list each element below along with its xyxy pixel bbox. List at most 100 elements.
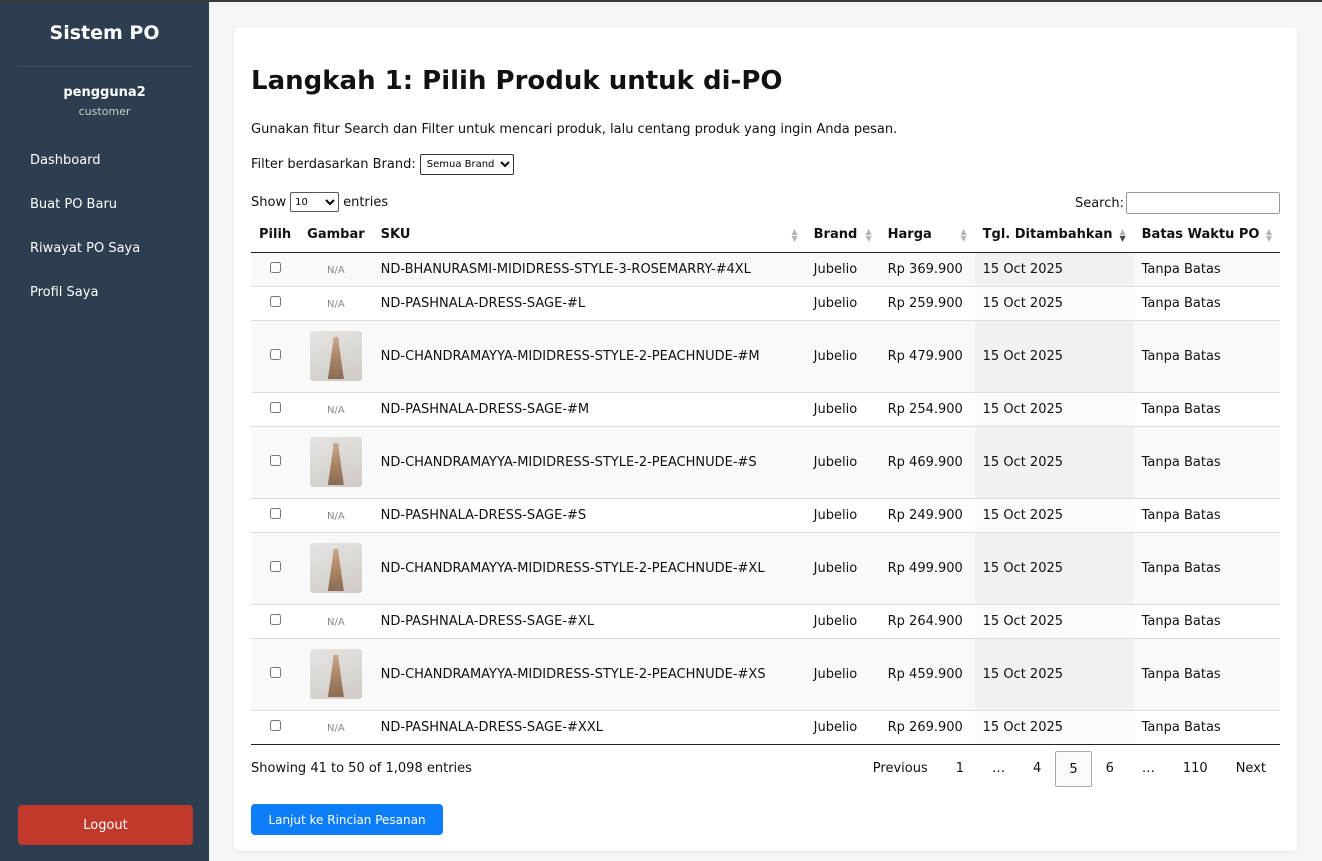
entries-length: Show 10 entries — [251, 192, 388, 212]
table-row: N/A ND-PASHNALA-DRESS-SAGE-#XL Jubelio Rp 2… — [251, 603, 1280, 638]
page-link[interactable]: 4 — [1019, 751, 1055, 787]
product-table: Pilih Gambar SKU ▲ ▼ Brand ▲ ▼ Harga ▲ ▼ Tgl. … — [251, 217, 1280, 745]
price-cell: Rp 259.900 — [879, 285, 975, 320]
table-search: Search: — [1075, 192, 1280, 214]
brand-cell: Jubelio — [805, 285, 880, 320]
price-cell: Rp 479.900 — [879, 319, 975, 392]
table-row: ND-CHANDRAMAYYA-MIDIDRESS-STYLE-2-PEACHN… — [251, 531, 1280, 604]
price-cell: Rp 459.900 — [879, 637, 975, 710]
entries-per-page-select[interactable]: 10 — [290, 192, 340, 212]
deadline-cell: Tanpa Batas — [1133, 531, 1280, 604]
select-cell — [251, 425, 300, 498]
sort-icon: ▲ ▼ — [1265, 227, 1272, 243]
page-link[interactable]: 110 — [1169, 751, 1222, 787]
page-current[interactable]: 5 — [1055, 751, 1092, 787]
continue-button[interactable]: Lanjut ke Rincian Pesanan — [251, 804, 443, 835]
date-cell: 15 Oct 2025 — [974, 637, 1134, 710]
sort-icon: ▲ ▼ — [865, 227, 872, 243]
image-cell — [299, 531, 373, 604]
sort-desc-icon: ▲ ▼ — [1119, 227, 1126, 243]
page-previous[interactable]: Previous — [859, 751, 942, 787]
no-image-text: N/A — [327, 510, 345, 522]
deadline-cell: Tanpa Batas — [1133, 252, 1280, 286]
brand-cell: Jubelio — [805, 391, 880, 426]
sidebar-item-buat-po-baru[interactable]: Buat PO Baru — [0, 188, 209, 232]
select-checkbox[interactable] — [269, 295, 281, 307]
product-thumbnail — [309, 331, 362, 381]
col-harga-label: Harga — [887, 226, 932, 242]
image-cell: N/A — [299, 709, 373, 745]
table-body: N/A ND-BHANURASMI-MIDIDRESS-STYLE-3-ROSEM… — [251, 252, 1280, 745]
col-batas-waktu[interactable]: Batas Waktu PO ▲ ▼ — [1133, 217, 1280, 253]
table-row: N/A ND-PASHNALA-DRESS-SAGE-#L Jubelio Rp 25… — [251, 285, 1280, 320]
brand-cell: Jubelio — [805, 497, 880, 532]
select-cell — [251, 285, 300, 320]
table-row: N/A ND-BHANURASMI-MIDIDRESS-STYLE-3-ROSEM… — [251, 252, 1280, 286]
brand-cell: Jubelio — [805, 603, 880, 638]
select-cell — [251, 603, 300, 638]
select-checkbox[interactable] — [269, 348, 281, 360]
sku-cell: ND-PASHNALA-DRESS-SAGE-#M — [372, 391, 806, 426]
search-input[interactable] — [1126, 192, 1280, 214]
page-link[interactable]: 1 — [942, 751, 978, 787]
sidebar-item-dashboard[interactable]: Dashboard — [0, 144, 209, 188]
sku-cell: ND-CHANDRAMAYYA-MIDIDRESS-STYLE-2-PEACHN… — [372, 425, 806, 498]
col-tgl-ditambahkan[interactable]: Tgl. Ditambahkan ▲ ▼ — [974, 217, 1134, 253]
deadline-cell: Tanpa Batas — [1133, 497, 1280, 532]
image-cell — [299, 319, 373, 392]
page-link[interactable]: 6 — [1092, 751, 1128, 787]
select-checkbox[interactable] — [269, 560, 281, 572]
product-thumbnail — [309, 649, 362, 699]
no-image-text: N/A — [327, 404, 345, 416]
user-role: customer — [78, 105, 131, 118]
page-next[interactable]: Next — [1222, 751, 1280, 787]
entries-label: entries — [343, 194, 389, 210]
select-checkbox[interactable] — [269, 507, 281, 519]
select-cell — [251, 497, 300, 532]
col-sku[interactable]: SKU ▲ ▼ — [372, 217, 806, 253]
sidebar-item-profil[interactable]: Profil Saya — [0, 276, 209, 320]
select-checkbox[interactable] — [269, 454, 281, 466]
sku-cell: ND-CHANDRAMAYYA-MIDIDRESS-STYLE-2-PEACHN… — [372, 637, 806, 710]
select-checkbox[interactable] — [269, 666, 281, 678]
brand-cell: Jubelio — [805, 319, 880, 392]
col-harga[interactable]: Harga ▲ ▼ — [879, 217, 975, 253]
date-cell: 15 Oct 2025 — [974, 497, 1134, 532]
col-brand-label: Brand — [813, 226, 858, 242]
col-brand[interactable]: Brand ▲ ▼ — [805, 217, 880, 253]
brand-cell: Jubelio — [805, 425, 880, 498]
logout-button[interactable]: Logout — [18, 805, 193, 845]
main-card: Langkah 1: Pilih Produk untuk di-PO Guna… — [234, 27, 1297, 851]
date-cell: 15 Oct 2025 — [974, 531, 1134, 604]
col-pilih: Pilih — [251, 217, 300, 253]
col-batas-label: Batas Waktu PO — [1141, 226, 1260, 242]
show-label: Show — [251, 194, 287, 210]
page-ellipsis: … — [1141, 761, 1155, 776]
no-image-text: N/A — [327, 722, 345, 734]
table-row: ND-CHANDRAMAYYA-MIDIDRESS-STYLE-2-PEACHN… — [251, 425, 1280, 498]
price-cell: Rp 369.900 — [879, 252, 975, 286]
deadline-cell: Tanpa Batas — [1133, 391, 1280, 426]
sort-icon: ▲ ▼ — [960, 227, 967, 243]
select-checkbox[interactable] — [269, 261, 281, 273]
table-header-row: Pilih Gambar SKU ▲ ▼ Brand ▲ ▼ Harga ▲ ▼ Tgl. … — [251, 217, 1280, 253]
image-cell: N/A — [299, 603, 373, 638]
table-row: ND-CHANDRAMAYYA-MIDIDRESS-STYLE-2-PEACHN… — [251, 319, 1280, 392]
select-checkbox[interactable] — [269, 613, 281, 625]
brand-filter-select[interactable]: Semua Brand — [419, 154, 514, 175]
sidebar: Sistem PO pengguna2 customer Dashboard B… — [0, 2, 209, 861]
deadline-cell: Tanpa Batas — [1133, 285, 1280, 320]
sidebar-item-riwayat-po[interactable]: Riwayat PO Saya — [0, 232, 209, 276]
table-row: N/A ND-PASHNALA-DRESS-SAGE-#M Jubelio Rp 25… — [251, 391, 1280, 426]
brand-filter-label: Filter berdasarkan Brand: — [251, 157, 416, 172]
price-cell: Rp 264.900 — [879, 603, 975, 638]
user-name: pengguna2 — [63, 85, 146, 100]
page-title: Langkah 1: Pilih Produk untuk di-PO — [251, 66, 783, 96]
select-checkbox[interactable] — [269, 719, 281, 731]
deadline-cell: Tanpa Batas — [1133, 637, 1280, 710]
date-cell: 15 Oct 2025 — [974, 319, 1134, 392]
brand-cell: Jubelio — [805, 531, 880, 604]
search-label: Search: — [1074, 195, 1124, 211]
select-checkbox[interactable] — [269, 401, 281, 413]
no-image-text: N/A — [327, 298, 345, 310]
